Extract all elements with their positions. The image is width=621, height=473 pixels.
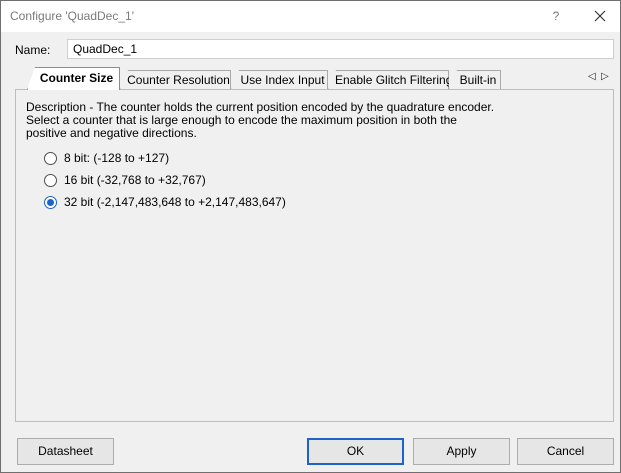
tab-scroll-right-icon[interactable]: ▷ [601,71,609,82]
radio-button-selected[interactable] [44,195,57,209]
name-field[interactable]: QuadDec_1 [67,39,614,59]
tab-scroll-left-icon[interactable]: ◁ [588,71,596,82]
radio-label: 8 bit: (-128 to +127) [64,151,170,165]
window-title: Configure 'QuadDec_1' [10,9,134,23]
cancel-button[interactable]: Cancel [517,438,614,465]
radio-button[interactable] [44,151,57,165]
radio-option-8bit[interactable]: 8 bit: (-128 to +127) [44,150,169,166]
tab-panel-counter-size: Description - The counter holds the curr… [15,89,614,422]
title-bar: Configure 'QuadDec_1' ? [1,1,620,32]
tab-enable-glitch-filtering[interactable]: Enable Glitch Filtering [328,70,449,90]
ok-button[interactable]: OK [307,438,404,465]
tab-counter-size[interactable]: Counter Size [27,67,120,90]
close-button[interactable] [587,4,613,28]
radio-dot [47,198,54,206]
radio-button[interactable] [44,173,57,187]
tab-built-in[interactable]: Built-in [449,70,501,90]
tab-strip: Counter Size Counter Resolution Use Inde… [15,67,614,90]
radio-option-32bit[interactable]: 32 bit (-2,147,483,648 to +2,147,483,647… [44,194,286,210]
apply-button[interactable]: Apply [413,438,510,465]
name-label: Name: [15,43,51,57]
datasheet-button[interactable]: Datasheet [17,438,114,465]
radio-option-16bit[interactable]: 16 bit (-32,768 to +32,767) [44,172,206,188]
tab-counter-resolution[interactable]: Counter Resolution [120,70,231,90]
description-text: Description - The counter holds the curr… [26,100,495,140]
radio-label: 16 bit (-32,768 to +32,767) [64,173,206,187]
close-icon [594,10,606,22]
help-button[interactable]: ? [543,4,569,28]
radio-label: 32 bit (-2,147,483,648 to +2,147,483,647… [64,195,286,209]
configure-dialog: Configure 'QuadDec_1' ? Name: QuadDec_1 … [0,0,621,473]
tab-use-index-input[interactable]: Use Index Input [231,70,328,90]
